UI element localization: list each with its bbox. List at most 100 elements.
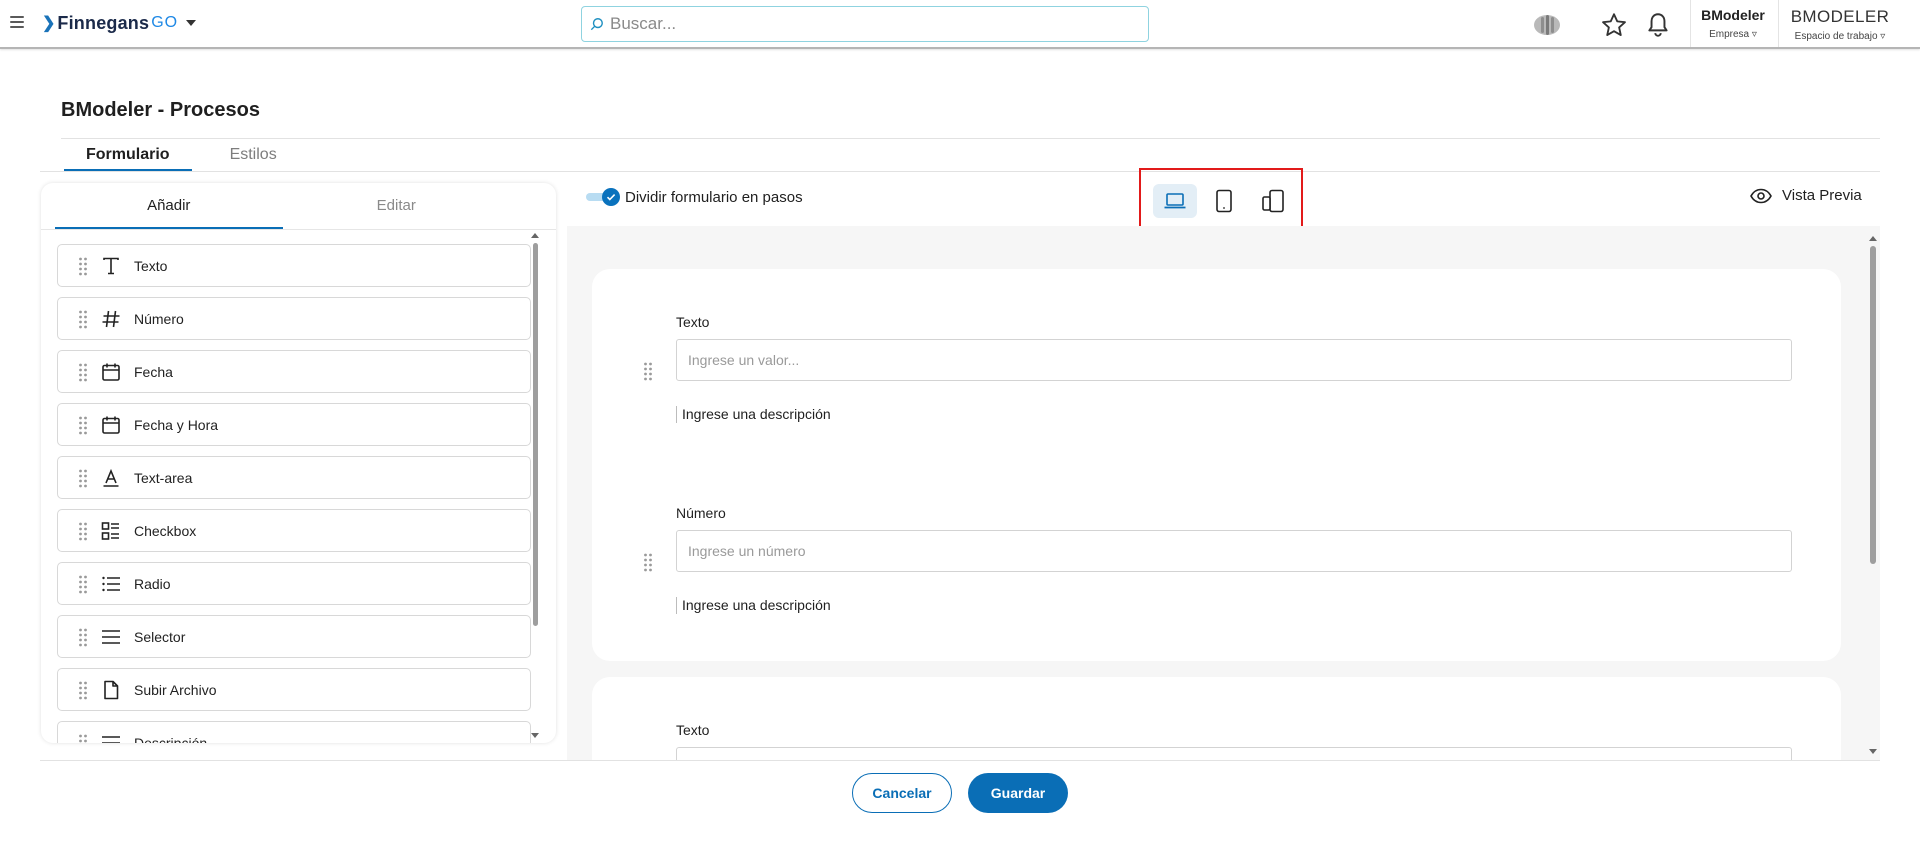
menu-icon[interactable] [10, 16, 24, 28]
field-description[interactable]: Ingrese una descripción [676, 406, 831, 423]
component-checkbox[interactable]: Checkbox [57, 509, 531, 552]
number-input[interactable] [676, 530, 1792, 572]
panel-scrollbar[interactable] [533, 243, 538, 626]
tab-editar[interactable]: Editar [283, 183, 511, 229]
component-texto[interactable]: Texto [57, 244, 531, 287]
drag-handle-icon[interactable] [78, 415, 88, 435]
menu-lines-icon [100, 626, 122, 648]
tablet-view-button[interactable] [1202, 184, 1246, 218]
field-label: Texto [676, 722, 710, 738]
field-description[interactable]: Ingrese una descripción [676, 597, 831, 614]
divider [40, 171, 1880, 172]
drag-handle-icon[interactable] [78, 627, 88, 647]
tab-formulario[interactable]: Formulario [64, 140, 192, 172]
component-radio[interactable]: Radio [57, 562, 531, 605]
top-bar: ❯ Finnegans GO BModeler Empresa ▿ BMODEL… [0, 0, 1920, 49]
drag-handle-icon[interactable] [78, 680, 88, 700]
page-title: BModeler - Procesos [61, 99, 260, 121]
component-numero[interactable]: Número [57, 297, 531, 340]
component-text-area[interactable]: Text-area [57, 456, 531, 499]
cancel-button[interactable]: Cancelar [852, 773, 952, 813]
tablet-icon [1216, 189, 1232, 213]
check-icon [602, 188, 620, 206]
divider [61, 138, 1880, 139]
hash-icon [100, 308, 122, 330]
field-label: Texto [676, 314, 710, 330]
canvas-scrollbar[interactable] [1870, 246, 1876, 564]
app-logo[interactable]: ❯ Finnegans GO [42, 12, 197, 34]
component-selector[interactable]: Selector [57, 615, 531, 658]
divider [40, 760, 1880, 761]
form-step-card: Texto [592, 677, 1841, 760]
form-canvas: Texto Ingrese una descripción Número Ing… [567, 226, 1880, 760]
drag-handle-icon[interactable] [78, 256, 88, 276]
drag-handle-icon[interactable] [78, 521, 88, 541]
split-steps-label: Dividir formulario en pasos [625, 189, 803, 206]
tab-estilos[interactable]: Estilos [208, 140, 299, 172]
component-subir-archivo[interactable]: Subir Archivo [57, 668, 531, 711]
star-icon[interactable] [1599, 10, 1629, 40]
component-fecha-y-hora[interactable]: Fecha y Hora [57, 403, 531, 446]
search-icon [590, 18, 603, 31]
component-label: Fecha y Hora [134, 416, 219, 433]
component-list: Texto Número Fecha Fecha y Hora Text-are… [57, 244, 531, 743]
split-steps-toggle[interactable] [586, 187, 620, 207]
component-fecha[interactable]: Fecha [57, 350, 531, 393]
ai-assistant-icon[interactable] [1532, 10, 1562, 40]
text-input[interactable] [676, 339, 1792, 381]
caret-down-icon: ▿ [1880, 31, 1886, 42]
component-descripcion[interactable]: Descripción [57, 721, 531, 743]
drag-handle-icon[interactable] [78, 574, 88, 594]
field-label: Número [676, 505, 726, 521]
form-step-card: Texto Ingrese una descripción Número Ing… [592, 269, 1841, 661]
main-tabs: Formulario Estilos [64, 140, 299, 172]
chevron-down-icon [186, 20, 197, 26]
search-box [581, 6, 1149, 42]
divider [1778, 0, 1779, 47]
list-icon [100, 573, 122, 595]
text-icon [100, 255, 122, 277]
workspace-selector[interactable]: BMODELER Espacio de trabajo ▿ [1786, 7, 1894, 42]
laptop-icon [1164, 193, 1186, 209]
components-panel: Añadir Editar Texto Número Fecha Fecha y… [41, 183, 556, 743]
bell-icon[interactable] [1643, 10, 1673, 40]
drag-handle-icon[interactable] [78, 362, 88, 382]
devices-icon [1262, 189, 1284, 213]
checkbox-list-icon [100, 520, 122, 542]
save-button[interactable]: Guardar [968, 773, 1068, 813]
scroll-up-arrow[interactable] [531, 233, 539, 238]
component-label: Checkbox [134, 522, 197, 539]
scroll-up-arrow[interactable] [1869, 236, 1877, 241]
component-label: Descripción [134, 734, 208, 744]
scroll-down-arrow[interactable] [1869, 749, 1877, 754]
company-selector[interactable]: BModeler Empresa ▿ [1698, 7, 1768, 40]
drag-handle-icon[interactable] [643, 361, 653, 381]
calendar-icon [100, 414, 122, 436]
brand-suffix: GO [151, 14, 179, 31]
calendar-icon [100, 361, 122, 383]
preview-label: Vista Previa [1782, 187, 1862, 204]
drag-handle-icon[interactable] [78, 733, 88, 744]
divider [41, 229, 556, 230]
scroll-down-arrow[interactable] [531, 733, 539, 738]
component-label: Número [134, 310, 184, 327]
text-input[interactable] [676, 747, 1792, 760]
desktop-view-button[interactable] [1153, 184, 1197, 218]
brand-name: Finnegans [57, 12, 150, 33]
panel-tabs: Añadir Editar [55, 183, 510, 229]
preview-button[interactable]: Vista Previa [1750, 187, 1862, 204]
component-label: Selector [134, 628, 186, 645]
mobile-view-button[interactable] [1251, 184, 1295, 218]
drag-handle-icon[interactable] [78, 468, 88, 488]
search-input[interactable] [610, 14, 1148, 34]
company-label: Empresa ▿ [1709, 29, 1757, 40]
workspace-name: BMODELER [1790, 7, 1890, 26]
tab-anadir[interactable]: Añadir [55, 183, 283, 229]
component-label: Subir Archivo [134, 681, 217, 698]
drag-handle-icon[interactable] [643, 552, 653, 572]
drag-handle-icon[interactable] [78, 309, 88, 329]
workspace-label: Espacio de trabajo ▿ [1794, 31, 1886, 42]
file-icon [100, 679, 122, 701]
logo-chevron-icon: ❯ [42, 15, 56, 32]
caret-down-icon: ▿ [1751, 29, 1757, 40]
